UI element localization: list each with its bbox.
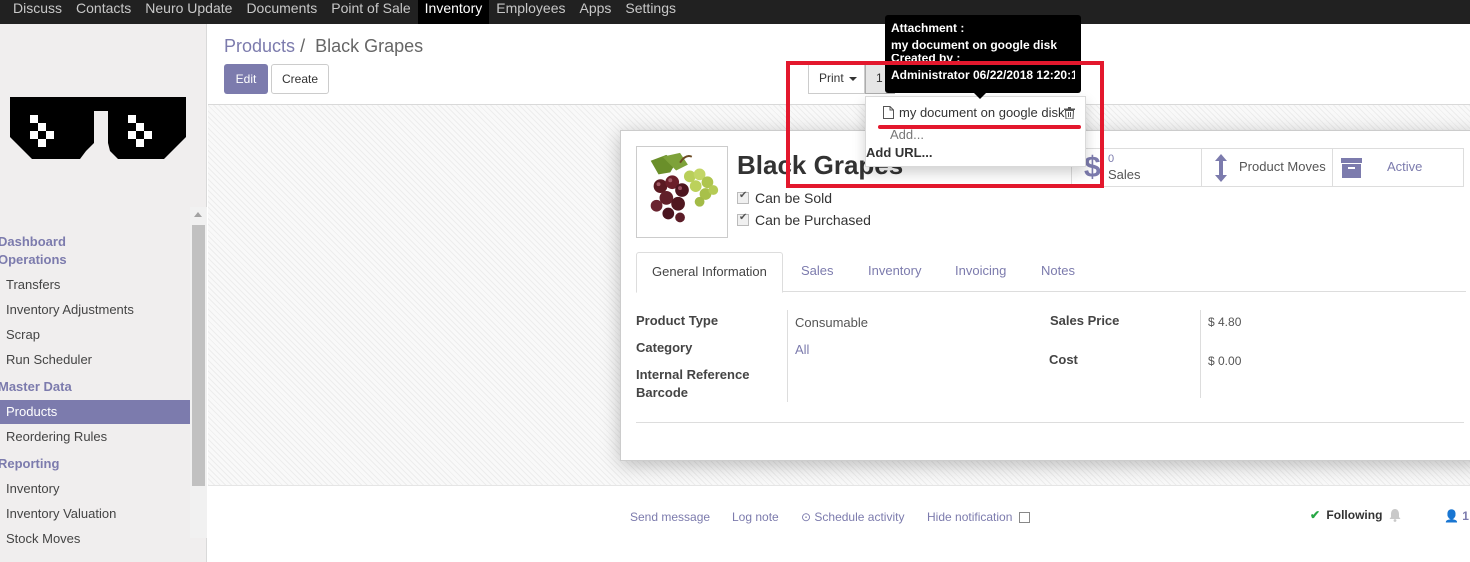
menu-discuss[interactable]: Discuss (6, 0, 69, 24)
check-icon: ✔ (1310, 508, 1321, 522)
product-type-label: Product Type (636, 313, 719, 328)
clock-icon: ⊙ (801, 510, 812, 524)
sales-stat-label: Sales (1108, 167, 1141, 182)
log-note-link[interactable]: Log note (732, 510, 779, 524)
notebook-tabs: General Information Sales Inventory Invo… (636, 252, 1466, 293)
cost-label: Cost (1049, 352, 1078, 367)
field-column-divider (787, 310, 788, 402)
can-be-sold-label: Can be Sold (755, 190, 833, 206)
breadcrumb-current: Black Grapes (315, 36, 424, 56)
sidebar-item-scrap[interactable]: Scrap (0, 322, 190, 347)
tab-invoicing[interactable]: Invoicing (940, 252, 1021, 292)
can-be-purchased-label: Can be Purchased (755, 212, 871, 228)
form-footer-divider (636, 422, 1464, 423)
section-operations: Operations (0, 252, 67, 267)
sales-price-value: $ 4.80 (1208, 315, 1242, 329)
tab-inventory[interactable]: Inventory (853, 252, 936, 292)
breadcrumb: Products / Black Grapes (224, 36, 423, 57)
send-message-link[interactable]: Send message (630, 510, 710, 524)
sidebar-item-transfers[interactable]: Transfers (0, 272, 190, 297)
scrollbar-thumb[interactable] (192, 225, 205, 486)
menu-inventory[interactable]: Inventory (417, 0, 490, 24)
menu-apps[interactable]: Apps (573, 0, 619, 24)
category-label: Category (636, 340, 693, 355)
company-logo[interactable] (10, 97, 186, 183)
top-menu-bar: Discuss Contacts Neuro Update Documents … (0, 0, 1470, 24)
menu-contacts[interactable]: Contacts (69, 0, 138, 24)
section-dashboard[interactable]: Dashboard (0, 233, 190, 251)
cost-value: $ 0.00 (1208, 354, 1242, 368)
sidebar-item-reordering-rules[interactable]: Reordering Rules (0, 424, 190, 449)
can-be-purchased-row[interactable]: Can be Purchased (737, 211, 871, 229)
following-button[interactable]: ✔ Following (1310, 508, 1382, 522)
menu-neuro-update[interactable]: Neuro Update (138, 0, 239, 24)
followers-button[interactable]: 👤 1 (1444, 509, 1469, 523)
sidebar-item-run-scheduler[interactable]: Run Scheduler (0, 347, 190, 372)
hide-notification-label: Hide notification (927, 510, 1013, 524)
can-be-sold-checkbox[interactable] (737, 190, 749, 204)
active-toggle-button[interactable]: Active (1332, 148, 1464, 187)
sales-count: 0 (1108, 153, 1115, 165)
edit-button[interactable]: Edit (224, 64, 268, 94)
followers-count: 1 (1462, 509, 1469, 523)
section-reporting: Reporting (0, 456, 60, 471)
schedule-activity-label: Schedule activity (814, 510, 905, 524)
tooltip-attachment-label: Attachment : (891, 21, 965, 35)
sidebar-item-inventory[interactable]: Inventory (0, 476, 190, 501)
user-icon: 👤 (1444, 509, 1459, 523)
sidebar: Dashboard Operations Transfers Inventory… (0, 24, 207, 562)
menu-documents[interactable]: Documents (239, 0, 324, 24)
sidebar-item-inventory-valuation[interactable]: Inventory Valuation (0, 501, 190, 526)
app-menu: Discuss Contacts Neuro Update Documents … (6, 0, 683, 24)
sales-price-label: Sales Price (1050, 313, 1120, 328)
can-be-purchased-checkbox[interactable] (737, 212, 749, 226)
menu-settings[interactable]: Settings (618, 0, 683, 24)
product-image[interactable] (636, 146, 728, 238)
barcode-label: Barcode (636, 385, 689, 400)
scroll-up-arrow-icon[interactable] (194, 212, 202, 217)
schedule-activity-link[interactable]: ⊙ Schedule activity (801, 510, 904, 524)
price-column-divider (1200, 310, 1201, 398)
section-master-data: Master Data (0, 379, 72, 394)
tab-general-information[interactable]: General Information (636, 252, 783, 293)
sidebar-item-stock-moves[interactable]: Stock Moves (0, 526, 190, 551)
sidebar-item-inventory-adjustments[interactable]: Inventory Adjustments (0, 297, 190, 322)
active-label: Active (1387, 159, 1423, 174)
breadcrumb-products-link[interactable]: Products (224, 36, 295, 56)
sidebar-nav: Dashboard Operations Transfers Inventory… (0, 231, 190, 551)
sidebar-item-products[interactable]: Products (0, 400, 190, 424)
create-button[interactable]: Create (271, 64, 329, 94)
product-moves-button[interactable]: Product Moves (1201, 148, 1333, 187)
internal-reference-label: Internal Reference (636, 367, 750, 382)
tab-sales[interactable]: Sales (786, 252, 849, 292)
menu-point-of-sale[interactable]: Point of Sale (324, 0, 417, 24)
tooltip-attachment-name: my document on google disk (891, 38, 1058, 52)
following-label: Following (1326, 508, 1383, 522)
annotation-underline (878, 125, 1081, 129)
product-moves-label: Product Moves (1239, 159, 1326, 174)
archive-icon (1341, 158, 1362, 178)
menu-employees[interactable]: Employees (489, 0, 572, 24)
breadcrumb-separator: / (300, 36, 306, 56)
hide-notification-checkbox[interactable] (1018, 512, 1030, 524)
up-down-arrow-icon (1215, 154, 1227, 182)
can-be-sold-row[interactable]: Can be Sold (737, 189, 832, 207)
hide-notification-toggle[interactable]: Hide notification (927, 510, 1030, 524)
category-link[interactable]: All (795, 342, 809, 357)
bell-icon[interactable] (1389, 508, 1401, 522)
product-type-value: Consumable (795, 315, 868, 330)
tab-notes[interactable]: Notes (1026, 252, 1090, 292)
chatter-divider (208, 485, 1470, 486)
